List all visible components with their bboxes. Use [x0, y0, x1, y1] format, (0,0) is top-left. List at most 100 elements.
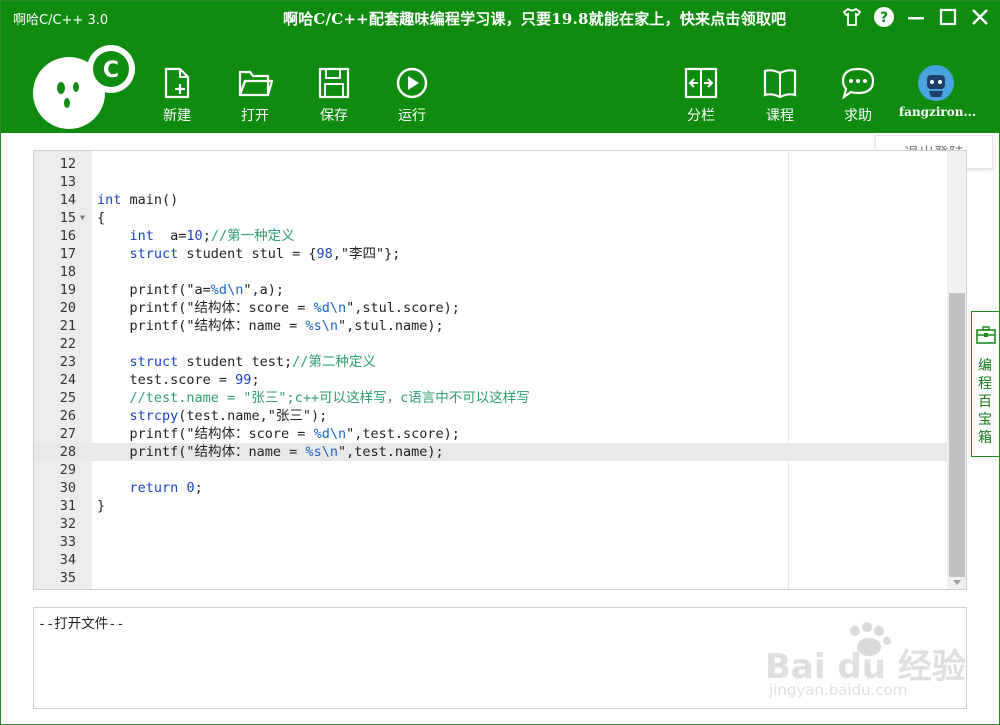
course-book-icon	[750, 63, 810, 103]
line-number: 22	[59, 336, 76, 352]
code-line[interactable]: 35	[34, 569, 947, 587]
line-number: 21	[59, 318, 76, 334]
code-line[interactable]: 15 ▼ {	[34, 209, 947, 227]
code-line[interactable]: 14 int main()	[34, 191, 947, 209]
toolbox-tab[interactable]: 编 程 百 宝 箱	[971, 311, 999, 457]
code-line[interactable]: 24 test.score = 99;	[34, 371, 947, 389]
toolbox-label-char: 程	[978, 376, 992, 392]
minimize-icon[interactable]	[905, 6, 927, 28]
window-controls: ?	[841, 6, 991, 28]
app-window: 啊哈C/C++ 3.0 啊哈C/C++配套趣味编程学习课，只要19.8就能在家上…	[0, 0, 1000, 725]
header-bar: 啊哈C/C++ 3.0 啊哈C/C++配套趣味编程学习课，只要19.8就能在家上…	[1, 1, 1000, 133]
code-line[interactable]: 33	[34, 533, 947, 551]
code-text: return 0;	[129, 480, 203, 496]
code-line[interactable]: 20 printf("结构体：score = %d\n",stul.score)…	[34, 299, 947, 317]
toolbox-label-char: 百	[978, 394, 992, 410]
baidu-watermark: Bai du 经验 jingyan.baidu.com	[763, 621, 966, 711]
code-text: printf("结构体：name = %s\n",test.name);	[97, 444, 444, 460]
scroll-down-arrow-icon[interactable]	[953, 580, 961, 585]
run-label: 运行	[398, 108, 426, 124]
help-label: 求助	[844, 108, 872, 124]
scrollbar-thumb[interactable]	[949, 293, 965, 577]
maximize-icon[interactable]	[937, 6, 959, 28]
code-text: //test.name = "张三";c++可以这样写，c语言中不可以这样写	[129, 390, 530, 406]
code-text: strcpy(test.name,"张三");	[129, 408, 328, 424]
help-button[interactable]: 求助	[828, 63, 888, 125]
code-line[interactable]: 16 int a=10;//第一种定义	[34, 227, 947, 245]
line-number: 28	[59, 444, 76, 460]
new-label: 新建	[163, 108, 191, 124]
output-text: --打开文件--	[38, 616, 125, 632]
help-icon[interactable]: ?	[873, 6, 895, 28]
code-lines: 12 13 14 int main() 15 ▼{16 int a=10;//第一种定义 1…	[34, 155, 947, 587]
code-text: printf("结构体：name = %s\n",stul.name);	[97, 318, 444, 334]
code-text: printf("a=%d\n",a);	[97, 282, 284, 298]
split-icon	[671, 63, 731, 103]
line-number: 34	[59, 552, 76, 568]
code-line[interactable]: 22	[34, 335, 947, 353]
run-icon	[382, 63, 442, 103]
code-line[interactable]: 32	[34, 515, 947, 533]
code-text: int a=10;//第一种定义	[129, 228, 295, 244]
code-text: }	[97, 498, 106, 514]
app-title: 啊哈C/C++ 3.0	[13, 13, 109, 28]
promo-banner-link[interactable]: 啊哈C/C++配套趣味编程学习课，只要19.8就能在家上，快来点击领取吧	[283, 8, 786, 29]
line-number: 32	[59, 516, 76, 532]
code-line[interactable]: 30 return 0;	[34, 479, 947, 497]
save-button[interactable]: 保存	[304, 63, 364, 125]
line-number: 23	[59, 354, 76, 370]
course-button[interactable]: 课程	[750, 63, 810, 125]
user-name: fangziron...	[899, 105, 977, 119]
code-line[interactable]: 12	[34, 155, 947, 173]
open-button[interactable]: 打开	[225, 63, 285, 125]
line-number: 27	[59, 426, 76, 442]
line-number: 30	[59, 480, 76, 496]
code-text: test.score = 99;	[97, 372, 260, 388]
code-line[interactable]: 28 printf("结构体：name = %s\n",test.name);	[34, 443, 947, 461]
line-number: 26	[59, 408, 76, 424]
fold-arrow-icon[interactable]: ▼	[80, 209, 85, 227]
svg-text:C: C	[103, 58, 119, 83]
code-line[interactable]: 25 //test.name = "张三";c++可以这样写，c语言中不可以这样…	[34, 389, 947, 407]
user-avatar-icon	[899, 63, 973, 103]
user-button[interactable]: fangziron...	[899, 63, 977, 119]
code-line[interactable]: 19 printf("a=%d\n",a);	[34, 281, 947, 299]
code-editor[interactable]: 12 13 14 int main() 15 ▼{16 int a=10;//第一种定义 1…	[33, 150, 967, 590]
line-number: 33	[59, 534, 76, 550]
line-number: 14	[59, 192, 76, 208]
line-number: 12	[59, 156, 76, 172]
vertical-scrollbar[interactable]	[947, 151, 966, 589]
line-number: 16	[59, 228, 76, 244]
code-text: printf("结构体：score = %d\n",test.score);	[97, 426, 460, 442]
code-line[interactable]: 26 strcpy(test.name,"张三");	[34, 407, 947, 425]
code-text: struct student test;//第二种定义	[129, 354, 376, 370]
new-file-icon	[147, 63, 207, 103]
toolbox-label-char: 编	[978, 358, 992, 374]
code-line[interactable]: 21 printf("结构体：name = %s\n",stul.name);	[34, 317, 947, 335]
code-line[interactable]: 18	[34, 263, 947, 281]
code-line[interactable]: 13	[34, 173, 947, 191]
code-text: int main()	[97, 192, 179, 208]
toolbox-icon	[976, 326, 996, 348]
line-number: 17	[59, 246, 76, 262]
code-line[interactable]: 27 printf("结构体：score = %d\n",test.score)…	[34, 425, 947, 443]
code-line[interactable]: 29	[34, 461, 947, 479]
close-icon[interactable]	[969, 6, 991, 28]
shirt-icon[interactable]	[841, 6, 863, 28]
line-number: 29	[59, 462, 76, 478]
aha-logo: C	[31, 41, 141, 133]
open-folder-icon	[225, 63, 285, 103]
line-number: 24	[59, 372, 76, 388]
split-label: 分栏	[687, 108, 715, 124]
open-label: 打开	[241, 108, 269, 124]
run-button[interactable]: 运行	[382, 63, 442, 125]
code-line[interactable]: 34	[34, 551, 947, 569]
code-line[interactable]: 23 struct student test;//第二种定义	[34, 353, 947, 371]
code-text: struct student stul = {98,"李四"};	[129, 246, 401, 262]
code-line[interactable]: 31}	[34, 497, 947, 515]
new-button[interactable]: 新建	[147, 63, 207, 125]
line-number: 25	[59, 390, 76, 406]
code-line[interactable]: 17 struct student stul = {98,"李四"};	[34, 245, 947, 263]
split-button[interactable]: 分栏	[671, 63, 731, 125]
line-number: 13	[59, 174, 76, 190]
